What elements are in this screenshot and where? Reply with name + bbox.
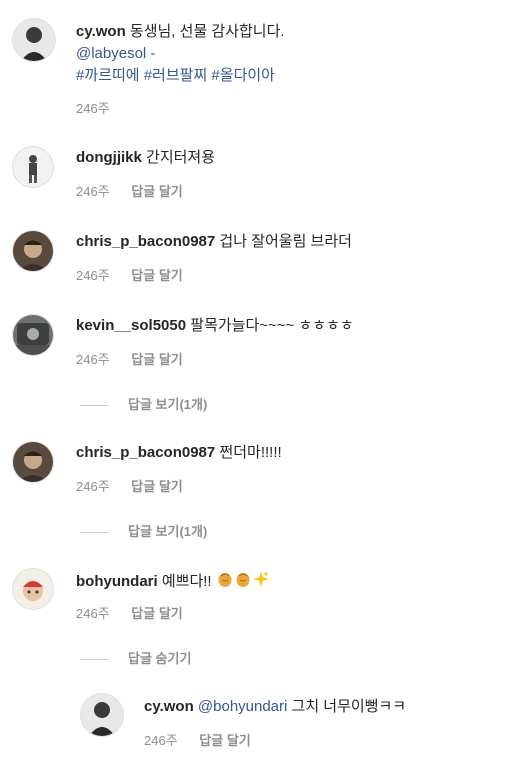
comment-username[interactable]: dongjjikk [76, 149, 142, 166]
reply-button[interactable]: 답글 달기 [131, 352, 182, 367]
comment-time[interactable]: 246주 [76, 352, 110, 367]
comment-time[interactable]: 246주 [76, 606, 110, 621]
avatar[interactable] [80, 693, 124, 737]
clap-hands-icon [216, 570, 234, 594]
comment-username[interactable]: chris_p_bacon0987 [76, 233, 215, 250]
comment-text: 그치 너무이뻥ㅋㅋ [287, 698, 407, 715]
reply-button[interactable]: 답글 달기 [199, 733, 250, 748]
avatar[interactable] [12, 568, 54, 610]
hide-replies-label: 답글 숨기기 [128, 651, 192, 666]
hashtag-links[interactable]: #까르띠에 #러브팔찌 #올다이아 [76, 67, 275, 84]
reply-button[interactable]: 답글 달기 [131, 184, 182, 199]
avatar[interactable] [12, 230, 54, 272]
sparkles-icon [252, 570, 270, 594]
reply-button[interactable]: 답글 달기 [131, 268, 182, 283]
comment-text: 쩐더마!!!!! [219, 444, 282, 461]
mention-suffix: - [146, 45, 156, 62]
comment-text: 팔목가늘다~~~~ ㅎㅎㅎㅎ [190, 317, 354, 334]
avatar[interactable] [12, 18, 56, 62]
comment-username[interactable]: kevin__sol5050 [76, 317, 186, 334]
comment-username[interactable]: cy.won [76, 23, 126, 40]
avatar[interactable] [12, 441, 54, 483]
comment-time[interactable]: 246주 [76, 479, 110, 494]
comment-time[interactable]: 246주 [144, 733, 178, 748]
comment-text: 겁나 잘어울림 브라더 [219, 233, 352, 250]
clap-hands-icon [234, 570, 252, 594]
comment-time[interactable]: 246주 [76, 184, 110, 199]
view-replies-label: 답글 보기(1개) [128, 524, 208, 539]
comment-time[interactable]: 246주 [76, 101, 110, 116]
hide-replies-button[interactable]: 답글 숨기기 [80, 648, 191, 667]
thread-line [80, 405, 108, 407]
view-replies-label: 답글 보기(1개) [128, 397, 208, 412]
comment-time[interactable]: 246주 [76, 268, 110, 283]
comment-text: 동생님, 선물 감사합니다. [129, 23, 285, 40]
view-replies-button[interactable]: 답글 보기(1개) [80, 521, 207, 540]
mention-link[interactable]: @labyesol [76, 45, 146, 62]
comment-username[interactable]: cy.won [144, 698, 194, 715]
thread-line [80, 659, 108, 661]
reply-button[interactable]: 답글 달기 [131, 606, 182, 621]
view-replies-button[interactable]: 답글 보기(1개) [80, 394, 207, 413]
mention-link[interactable]: @bohyundari [198, 698, 287, 715]
comment-text: 예쁘다!! [161, 572, 212, 590]
comment-text: 간지터져용 [146, 149, 216, 166]
comment-username[interactable]: chris_p_bacon0987 [76, 444, 215, 461]
thread-line [80, 532, 108, 534]
reply-button[interactable]: 답글 달기 [131, 479, 182, 494]
avatar[interactable] [12, 146, 54, 188]
avatar[interactable] [12, 314, 54, 356]
comment-username[interactable]: bohyundari [76, 573, 158, 590]
